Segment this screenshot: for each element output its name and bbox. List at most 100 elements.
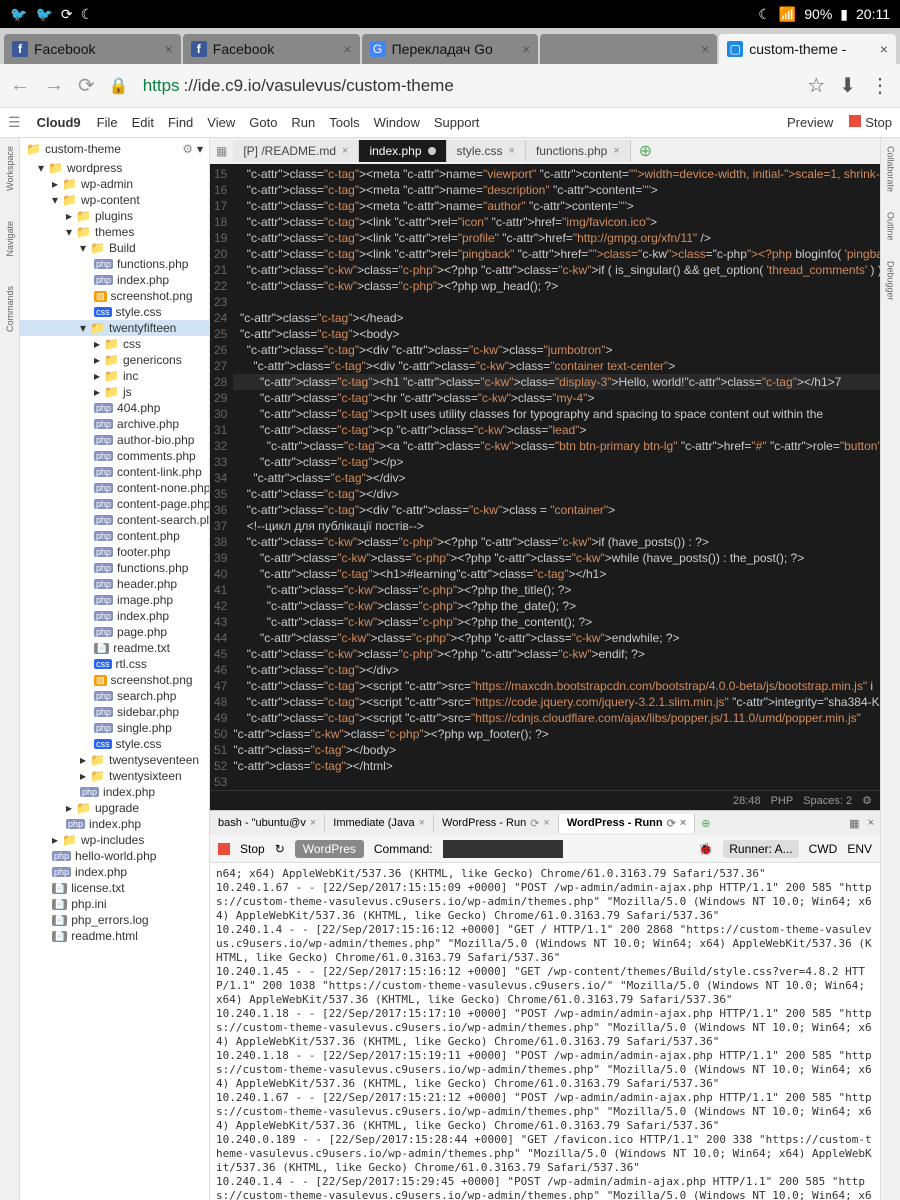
tree-file[interactable]: 📄 license.txt: [20, 880, 209, 896]
tree-file[interactable]: php functions.php: [20, 560, 209, 576]
chevron-down-icon[interactable]: ▾: [197, 142, 203, 156]
tree-file[interactable]: php comments.php: [20, 448, 209, 464]
tree-file[interactable]: php index.php: [20, 784, 209, 800]
close-icon[interactable]: ×: [522, 41, 530, 57]
rail-outline[interactable]: Outline: [886, 212, 896, 241]
menu-tools[interactable]: Tools: [329, 115, 359, 130]
rail-collaborate[interactable]: Collaborate: [886, 146, 896, 192]
split-icon[interactable]: ▦: [849, 817, 859, 830]
command-input[interactable]: [443, 840, 563, 858]
url-field[interactable]: https://ide.c9.io/vasulevus/custom-theme: [143, 76, 794, 96]
tree-folder[interactable]: ▸ 📁 genericons: [20, 352, 209, 368]
browser-tab[interactable]: fFacebook×: [4, 34, 181, 64]
close-icon[interactable]: ×: [419, 817, 425, 829]
reload-icon[interactable]: ⟳: [78, 73, 95, 98]
tree-file[interactable]: php header.php: [20, 576, 209, 592]
close-icon[interactable]: ×: [543, 817, 549, 829]
browser-tab[interactable]: ▢custom-theme -×: [719, 34, 896, 64]
code-editor[interactable]: 1516171819202122232425262728293031323334…: [210, 164, 880, 790]
tree-file[interactable]: php 404.php: [20, 400, 209, 416]
new-terminal-button[interactable]: ⊕: [695, 817, 716, 830]
project-root[interactable]: custom-theme: [45, 142, 121, 156]
gear-icon[interactable]: ⚙: [862, 794, 872, 807]
preview-button[interactable]: Preview: [787, 115, 833, 130]
tree-file[interactable]: php sidebar.php: [20, 704, 209, 720]
rail-debugger[interactable]: Debugger: [886, 261, 896, 301]
hamburger-icon[interactable]: ☰: [8, 114, 21, 131]
tree-file[interactable]: php content-search.pl: [20, 512, 209, 528]
tree-folder[interactable]: ▸ 📁 plugins: [20, 208, 209, 224]
tree-file[interactable]: php footer.php: [20, 544, 209, 560]
tree-file[interactable]: php content-none.php: [20, 480, 209, 496]
tree-file[interactable]: php page.php: [20, 624, 209, 640]
tree-file[interactable]: 📄 php.ini: [20, 896, 209, 912]
tree-folder[interactable]: ▾ 📁 twentyfifteen: [20, 320, 209, 336]
tree-folder[interactable]: ▾ 📁 wp-content: [20, 192, 209, 208]
close-icon[interactable]: ×: [310, 817, 316, 829]
browser-tab[interactable]: GПерекладач Go×: [362, 34, 539, 64]
menu-find[interactable]: Find: [168, 115, 193, 130]
rail-workspace[interactable]: Workspace: [5, 146, 15, 191]
tree-file[interactable]: php index.php: [20, 272, 209, 288]
tree-file[interactable]: css style.css: [20, 304, 209, 320]
runner-select[interactable]: Runner: A...: [723, 840, 798, 858]
stop-button[interactable]: Stop: [849, 115, 892, 130]
tree-file[interactable]: php functions.php: [20, 256, 209, 272]
stop-icon[interactable]: [218, 843, 230, 855]
close-icon[interactable]: ×: [701, 41, 709, 57]
tree-folder[interactable]: ▾ 📁 Build: [20, 240, 209, 256]
editor-tab[interactable]: [P] /README.md×: [233, 140, 359, 162]
rail-navigate[interactable]: Navigate: [5, 221, 15, 257]
browser-tab[interactable]: fFacebook×: [183, 34, 360, 64]
cloud9-logo[interactable]: Cloud9: [37, 115, 81, 130]
back-icon[interactable]: ←: [10, 74, 30, 97]
menu-goto[interactable]: Goto: [249, 115, 277, 130]
tree-folder[interactable]: ▾ 📁 themes: [20, 224, 209, 240]
stop-label[interactable]: Stop: [240, 842, 265, 856]
close-icon[interactable]: ×: [165, 41, 173, 57]
indent-setting[interactable]: Spaces: 2: [803, 795, 852, 807]
new-tab-button[interactable]: ⊕: [631, 141, 660, 161]
terminal-tab[interactable]: bash - "ubuntu@v×: [210, 814, 325, 832]
runner-name-button[interactable]: WordPres: [295, 840, 364, 858]
tree-file[interactable]: php hello-world.php: [20, 848, 209, 864]
download-icon[interactable]: ⬇: [839, 73, 856, 98]
tree-folder[interactable]: ▸ 📁 wp-includes: [20, 832, 209, 848]
tree-folder[interactable]: ▸ 📁 css: [20, 336, 209, 352]
tree-file[interactable]: php index.php: [20, 864, 209, 880]
tree-folder[interactable]: ▸ 📁 js: [20, 384, 209, 400]
editor-tab[interactable]: style.css×: [447, 140, 526, 162]
bug-icon[interactable]: 🐞: [698, 842, 713, 856]
tree-file[interactable]: php content-link.php: [20, 464, 209, 480]
tree-file[interactable]: php index.php: [20, 608, 209, 624]
tree-file[interactable]: php content-page.php: [20, 496, 209, 512]
close-panel-icon[interactable]: ×: [868, 817, 874, 830]
tree-folder[interactable]: ▸ 📁 wp-admin: [20, 176, 209, 192]
menu-edit[interactable]: Edit: [132, 115, 154, 130]
tree-file[interactable]: php author-bio.php: [20, 432, 209, 448]
close-icon[interactable]: ×: [880, 41, 888, 57]
restart-icon[interactable]: ↻: [275, 842, 285, 856]
tree-folder[interactable]: ▸ 📁 twentysixteen: [20, 768, 209, 784]
tree-file[interactable]: 📄 readme.txt: [20, 640, 209, 656]
tree-file[interactable]: 📄 php_errors.log: [20, 912, 209, 928]
menu-file[interactable]: File: [97, 115, 118, 130]
language-mode[interactable]: PHP: [771, 795, 794, 807]
env-button[interactable]: ENV: [847, 842, 872, 856]
tree-file[interactable]: ▧ screenshot.png: [20, 288, 209, 304]
tree-file[interactable]: php single.php: [20, 720, 209, 736]
close-icon[interactable]: ×: [342, 145, 348, 157]
menu-icon[interactable]: ⋮: [870, 73, 890, 98]
tree-file[interactable]: css style.css: [20, 736, 209, 752]
rail-commands[interactable]: Commands: [5, 286, 15, 332]
terminal-tab[interactable]: WordPress - Runn⟳×: [559, 814, 695, 833]
tree-folder[interactable]: ▸ 📁 inc: [20, 368, 209, 384]
close-icon[interactable]: ×: [343, 41, 351, 57]
gear-icon[interactable]: ⚙: [182, 142, 193, 156]
tree-folder[interactable]: ▸ 📁 upgrade: [20, 800, 209, 816]
tree-file[interactable]: php index.php: [20, 816, 209, 832]
menu-support[interactable]: Support: [434, 115, 480, 130]
tree-folder[interactable]: ▾ 📁 wordpress: [20, 160, 209, 176]
tree-file[interactable]: ▧ screenshot.png: [20, 672, 209, 688]
menu-view[interactable]: View: [207, 115, 235, 130]
